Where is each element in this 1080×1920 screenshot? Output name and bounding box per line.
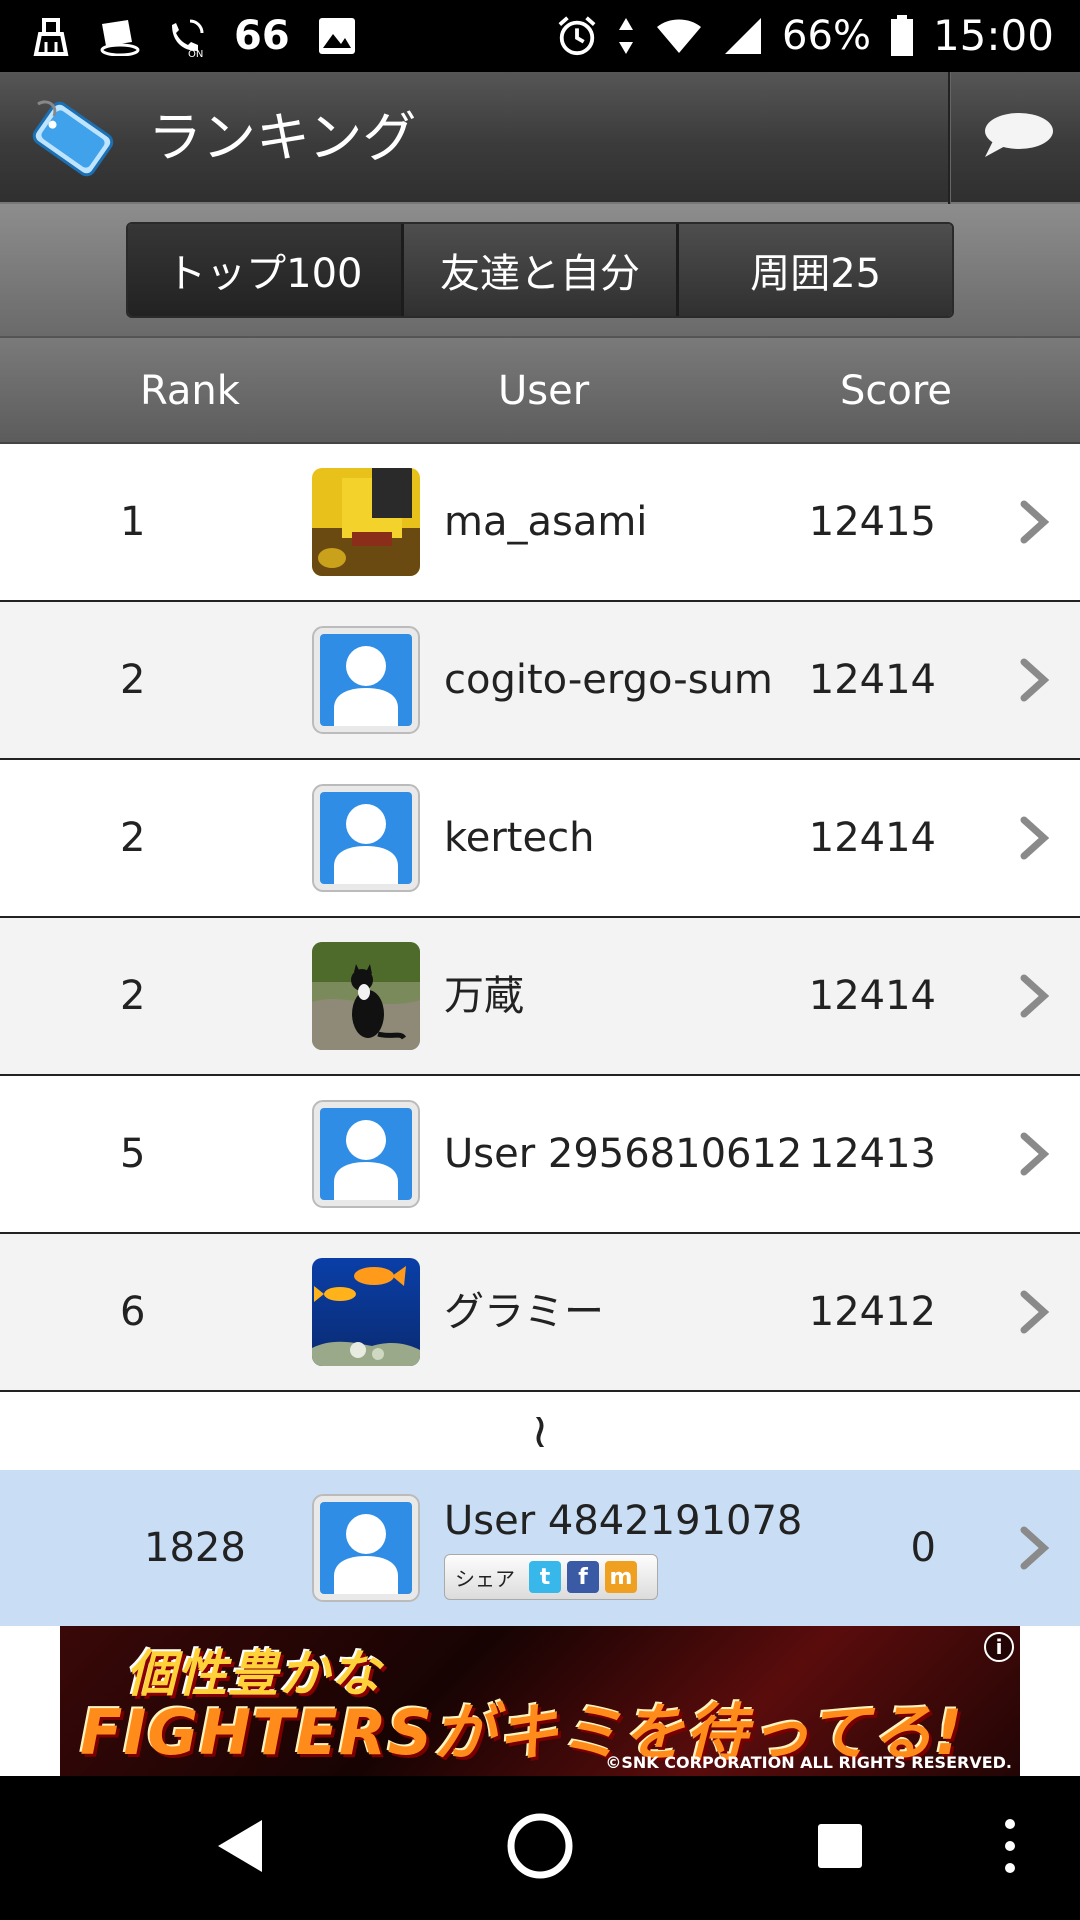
rank-gap-separator: ≀ (0, 1392, 1080, 1470)
default-user-avatar (312, 1494, 420, 1602)
default-user-avatar (312, 1100, 420, 1208)
tab-friends-and-me[interactable]: 友達と自分 (403, 224, 680, 316)
ranking-row[interactable]: 2 kertech 12414 (0, 760, 1080, 918)
more-options-button[interactable] (984, 1812, 1036, 1884)
ad-info-icon[interactable]: i (984, 1632, 1014, 1662)
chevron-right-icon (1014, 1524, 1054, 1572)
rank-value: 5 (120, 1131, 146, 1177)
title-divider (948, 72, 951, 204)
my-rank-row[interactable]: 1828 User 4842191078 シェア t f m 0 (0, 1470, 1080, 1626)
score-value: 12415 (808, 499, 936, 545)
user-name: グラミー (444, 1289, 604, 1335)
rank-value: 2 (120, 657, 146, 703)
tab-bar: トップ100 友達と自分 周囲25 (0, 204, 1080, 338)
battery-percent: 66% (782, 13, 871, 59)
share-label: シェア (455, 1566, 515, 1591)
cleaner-icon (30, 15, 72, 57)
back-triangle-icon (210, 1816, 270, 1880)
recents-button[interactable] (804, 1812, 876, 1884)
alarm-icon (556, 15, 598, 57)
column-score: Score (840, 368, 953, 414)
user-name: User 2956810612 (444, 1131, 803, 1177)
data-transfer-icon (616, 15, 636, 57)
user-avatar (312, 468, 420, 576)
column-user: User (498, 368, 590, 414)
my-rank-value: 1828 (144, 1525, 246, 1571)
page-title: ランキング (148, 106, 417, 169)
user-name: ma_asami (444, 499, 648, 545)
chevron-right-icon (1014, 656, 1054, 704)
chevron-right-icon (1014, 1288, 1054, 1336)
column-rank: Rank (140, 368, 240, 414)
user-name: 万蔵 (444, 973, 524, 1019)
app-notification-icon (98, 15, 140, 57)
tab-nearby25[interactable]: 周囲25 (679, 224, 952, 316)
column-header: Rank User Score (0, 338, 1080, 444)
signal-icon (722, 15, 764, 57)
recents-square-icon (815, 1821, 865, 1875)
default-user-avatar (312, 784, 420, 892)
rank-value: 2 (120, 973, 146, 1019)
notification-count: 66 (234, 13, 290, 59)
my-score-value: 0 (910, 1525, 936, 1571)
mixi-icon[interactable]: m (605, 1561, 637, 1593)
ranking-row[interactable]: 1 ma_asami 12415 (0, 444, 1080, 602)
rank-value: 6 (120, 1289, 146, 1335)
facebook-icon[interactable]: f (567, 1561, 599, 1593)
gap-glyph: ≀ (531, 1403, 549, 1459)
user-name: cogito-ergo-sum (444, 657, 773, 703)
default-user-avatar (312, 626, 420, 734)
rank-value: 1 (120, 499, 146, 545)
speech-bubble-icon (981, 111, 1055, 165)
chevron-right-icon (1014, 1130, 1054, 1178)
ad-banner[interactable]: 個性豊かな FIGHTERSがキミを待ってる! ©SNK CORPORATION… (60, 1626, 1020, 1776)
home-button[interactable] (504, 1812, 576, 1884)
segmented-control: トップ100 友達と自分 周囲25 (126, 222, 954, 318)
twitter-icon[interactable]: t (529, 1561, 561, 1593)
score-value: 12414 (808, 815, 936, 861)
tab-top100[interactable]: トップ100 (128, 224, 404, 316)
battery-icon (889, 15, 915, 57)
ranking-row[interactable]: 5 User 2956810612 12413 (0, 1076, 1080, 1234)
chevron-right-icon (1014, 814, 1054, 862)
score-value: 12414 (808, 973, 936, 1019)
score-value: 12413 (808, 1131, 936, 1177)
share-bar[interactable]: シェア t f m (444, 1554, 658, 1600)
title-bar: ランキング (0, 72, 1080, 204)
user-avatar (312, 1258, 420, 1366)
chevron-right-icon (1014, 972, 1054, 1020)
navigation-bar (0, 1776, 1080, 1920)
ad-area: 個性豊かな FIGHTERSがキミを待ってる! ©SNK CORPORATION… (0, 1626, 1080, 1776)
app-logo-icon (28, 94, 118, 184)
image-icon (316, 15, 358, 57)
ranking-list: 1 ma_asami 12415 2 cogito-ergo-sum 12414… (0, 444, 1080, 1392)
chat-button[interactable] (955, 72, 1080, 204)
ad-copyright: ©SNK CORPORATION ALL RIGHTS RESERVED. (605, 1753, 1012, 1772)
rank-value: 2 (120, 815, 146, 861)
ranking-row[interactable]: 2 cogito-ergo-sum 12414 (0, 602, 1080, 760)
score-value: 12412 (808, 1289, 936, 1335)
ranking-row[interactable]: 6 グラミー 12412 (0, 1234, 1080, 1392)
home-circle-icon (506, 1812, 574, 1884)
score-value: 12414 (808, 657, 936, 703)
wifi-icon (654, 15, 704, 57)
svg-text:ON: ON (188, 49, 203, 57)
clock: 15:00 (932, 11, 1054, 60)
status-bar: ON 66 66% 15:00 (0, 0, 1080, 72)
chevron-right-icon (1014, 498, 1054, 546)
overflow-menu-icon (1004, 1816, 1016, 1880)
user-name: kertech (444, 815, 595, 861)
back-button[interactable] (204, 1812, 276, 1884)
my-user-name: User 4842191078 (444, 1498, 803, 1544)
user-avatar (312, 942, 420, 1050)
ranking-row[interactable]: 2 万蔵 12414 (0, 918, 1080, 1076)
wifi-calling-icon: ON (166, 15, 208, 57)
